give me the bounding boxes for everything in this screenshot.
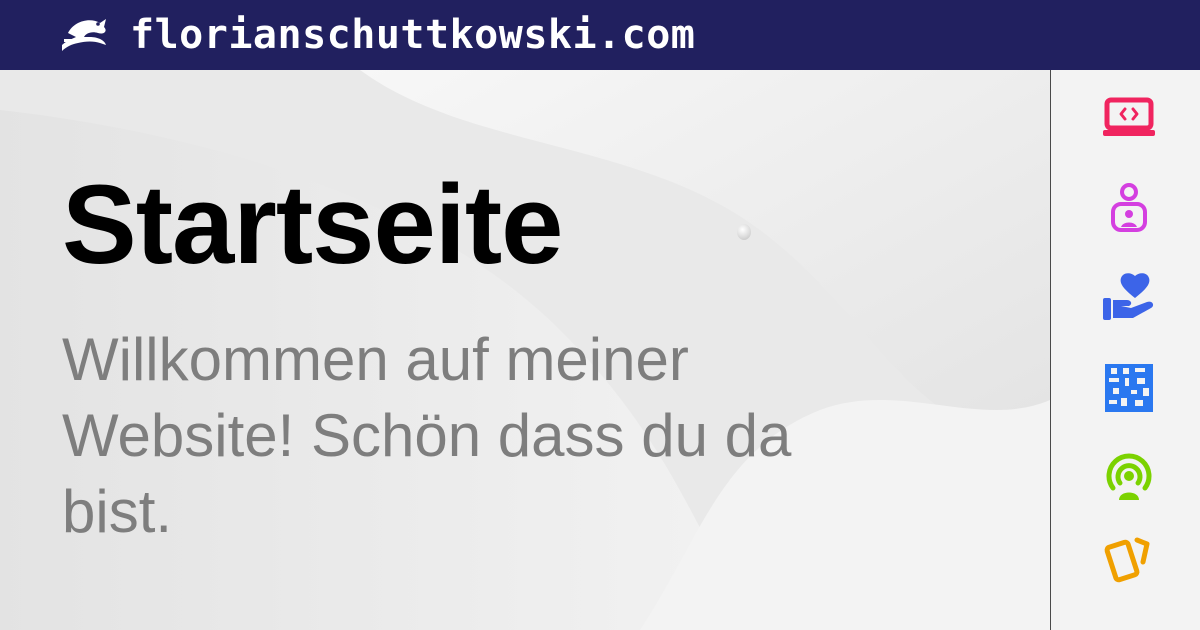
dragon-logo-icon[interactable]	[60, 13, 112, 53]
page: florianschuttkowski.com Startseite Willk…	[0, 0, 1200, 630]
icon-sidebar	[1050, 70, 1200, 630]
site-domain[interactable]: florianschuttkowski.com	[130, 12, 695, 58]
qr-code-icon[interactable]	[1101, 360, 1157, 416]
podcast-icon[interactable]	[1101, 450, 1157, 506]
laptop-code-icon[interactable]	[1101, 90, 1157, 146]
user-badge-icon[interactable]	[1101, 180, 1157, 236]
hand-heart-icon[interactable]	[1101, 270, 1157, 326]
page-title: Startseite	[62, 162, 563, 287]
top-bar: florianschuttkowski.com	[0, 0, 1200, 70]
cards-icon[interactable]	[1101, 532, 1157, 588]
water-droplet	[737, 224, 751, 240]
welcome-text: Willkommen auf meiner Website! Schön das…	[62, 326, 792, 545]
